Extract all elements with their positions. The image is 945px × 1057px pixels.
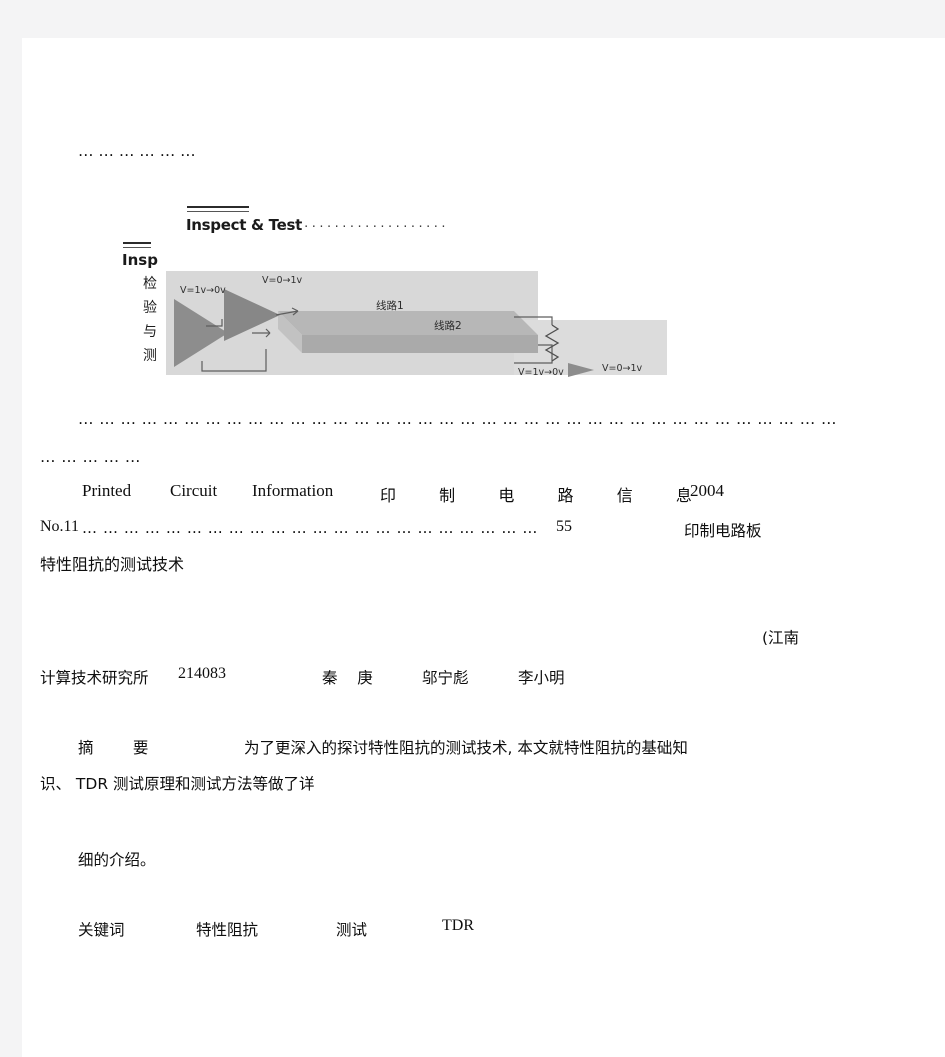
document-page: … … … … … … Inspect & Test ·············… — [22, 38, 945, 1057]
journal-issue-leader: … … … … … … … … … … … … … … … … … … … … … — [82, 519, 538, 537]
running-head-cn-char-3: 与 — [143, 324, 157, 340]
article-author-3: 李小明 — [518, 669, 565, 687]
svg-text:V=0→1v: V=0→1v — [262, 275, 303, 286]
journal-page-number: 55 — [556, 518, 572, 535]
abstract-line-2: 识、 TDR 测试原理和测试方法等做了详 — [40, 775, 315, 793]
figure-caption-leader: ······················ — [280, 220, 448, 233]
keyword-1: 特性阻抗 — [196, 921, 259, 939]
journal-section-cn: 印制电路板 — [684, 522, 762, 540]
figure-rule-top — [187, 206, 249, 208]
keywords-label: 关键词 — [78, 921, 125, 939]
document-body: … … … … … … Inspect & Test ·············… — [22, 38, 945, 1057]
journal-title-en-1: Printed — [82, 481, 132, 500]
article-author-2: 邬宁彪 — [422, 669, 469, 687]
svg-text:线路1: 线路1 — [376, 299, 404, 312]
article-affiliation-open: (江南 — [762, 629, 800, 647]
running-head-cn-char-1: 检 — [143, 276, 157, 292]
impedance-schematic: V=1v→0v V=0→1v 线路1 线路2 V=1v→0v V=0→1v — [174, 275, 643, 378]
keyword-2: 测试 — [336, 921, 368, 939]
article-postcode: 214083 — [178, 665, 226, 682]
scanned-figure: Inspect & Test ······················ In… — [122, 158, 667, 380]
journal-title-cn: 印 制 电 路 信 息 — [380, 486, 703, 505]
article-affiliation-cn: 计算技术研究所 — [40, 669, 149, 687]
abstract-line-3: 细的介绍。 — [78, 851, 156, 869]
svg-text:V=0→1v: V=0→1v — [602, 363, 643, 374]
svg-text:V=1v→0v: V=1v→0v — [180, 285, 226, 296]
keyword-3: TDR — [442, 917, 474, 934]
toc-dots-row-2: … … … … … … … … … … … … … … … … … … … … … — [78, 410, 837, 428]
abstract-line-1: 为了更深入的探讨特性阻抗的测试技术, 本文就特性阻抗的基础知 — [244, 739, 688, 757]
figure-running-head-cn: 检 验 与 测 — [140, 272, 160, 376]
journal-title-en-2: Circuit — [170, 481, 218, 500]
figure-rule-top-thin — [187, 211, 249, 212]
abstract-label: 摘 要 — [78, 739, 149, 757]
toc-dots-row-3: … … … … … — [40, 448, 141, 466]
article-author-1: 秦 庚 — [322, 669, 373, 687]
article-title-cn: 特性阻抗的测试技术 — [40, 555, 185, 574]
journal-title-en-3: Information — [252, 481, 334, 500]
journal-year: 2004 — [690, 481, 724, 500]
figure-running-head-en: Insp — [122, 251, 158, 269]
figure-rule-left-thin — [123, 247, 151, 248]
figure-rule-left — [123, 242, 151, 244]
running-head-cn-char-2: 验 — [143, 300, 157, 316]
svg-text:V=1v→0v: V=1v→0v — [518, 367, 564, 378]
svg-text:线路2: 线路2 — [434, 319, 462, 332]
journal-issue: No.11 — [40, 518, 79, 535]
running-head-cn-char-4: 测 — [143, 348, 157, 364]
